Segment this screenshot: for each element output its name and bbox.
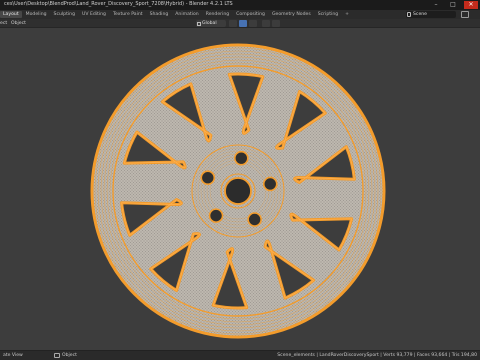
- status-hint-object: Object: [62, 353, 77, 358]
- workspace-tabs: Layout Modeling Sculpting UV Editing Tex…: [0, 11, 352, 18]
- lug-hole: [200, 170, 216, 186]
- viewport-header: ect Object Global: [0, 19, 480, 28]
- close-button[interactable]: ✕: [464, 1, 478, 9]
- 3d-viewport[interactable]: [0, 28, 480, 350]
- tab-uv-editing[interactable]: UV Editing: [79, 11, 109, 18]
- tab-geometry-nodes[interactable]: Geometry Nodes: [269, 11, 314, 18]
- lug-hole: [208, 208, 224, 223]
- wheel-wireframe-model[interactable]: [0, 28, 480, 350]
- scene-icon: [407, 12, 411, 17]
- mode-selector[interactable]: ect: [0, 20, 7, 27]
- scene-selector[interactable]: Scene: [406, 11, 456, 18]
- title-bar: ces\User\Desktop\BlendProd\Land_Rover_Di…: [0, 0, 480, 10]
- workspace-bar: Layout Modeling Sculpting UV Editing Tex…: [0, 10, 480, 19]
- lug-hole: [247, 212, 262, 227]
- lug-hole: [233, 150, 249, 166]
- orientation-icon: [197, 21, 201, 26]
- center-bore: [224, 177, 252, 205]
- lug-hole: [262, 176, 278, 192]
- snap-icon[interactable]: [239, 20, 247, 27]
- tab-animation[interactable]: Animation: [172, 11, 201, 18]
- object-menu[interactable]: Object: [11, 20, 26, 27]
- tab-sculpting[interactable]: Sculpting: [51, 11, 78, 18]
- tab-compositing[interactable]: Compositing: [233, 11, 268, 18]
- add-workspace-button[interactable]: +: [342, 11, 352, 18]
- pivot-point-icon[interactable]: [229, 20, 237, 27]
- maximize-button[interactable]: □: [447, 1, 459, 9]
- falloff-icon[interactable]: [272, 20, 280, 27]
- tab-scripting[interactable]: Scripting: [315, 11, 341, 18]
- wheel-group: [90, 43, 386, 339]
- status-hint-left: ate View: [3, 353, 23, 358]
- tab-shading[interactable]: Shading: [147, 11, 172, 18]
- scene-name: Scene: [413, 12, 428, 17]
- window-controls: – □ ✕: [430, 1, 478, 9]
- tab-modeling[interactable]: Modeling: [23, 11, 50, 18]
- tab-texture-paint[interactable]: Texture Paint: [110, 11, 146, 18]
- status-bar: ate View Object Scene_elements | LandRov…: [0, 350, 480, 360]
- minimize-button[interactable]: –: [430, 1, 442, 9]
- scene-statistics: Scene_elements | LandRoverDiscoverySport…: [277, 353, 477, 358]
- mouse-icon: [54, 353, 60, 358]
- orientation-label: Global: [202, 21, 217, 26]
- proportional-edit-icon[interactable]: [262, 20, 270, 27]
- window-title: ces\User\Desktop\BlendProd\Land_Rover_Di…: [4, 1, 233, 7]
- tab-layout[interactable]: Layout: [0, 11, 22, 18]
- view-layer-icon[interactable]: [461, 11, 469, 18]
- transform-orientation-dropdown[interactable]: Global: [196, 20, 226, 27]
- snap-target-icon[interactable]: [249, 20, 257, 27]
- tab-rendering[interactable]: Rendering: [203, 11, 232, 18]
